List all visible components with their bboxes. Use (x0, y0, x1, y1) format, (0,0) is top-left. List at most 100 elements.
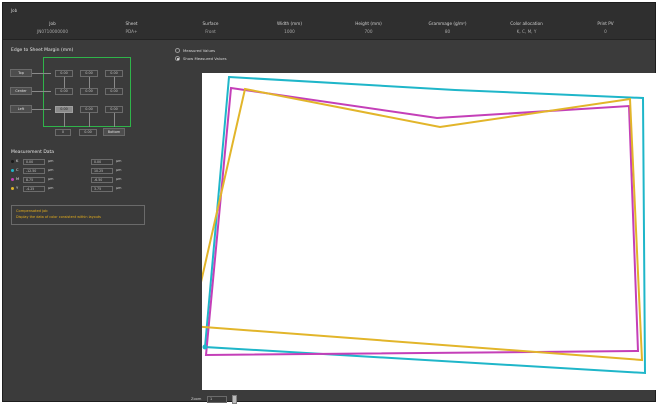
job-col-value: 80 (444, 29, 451, 34)
warning-title: Compensated job (16, 209, 48, 213)
job-col-value: PDA+ (125, 29, 138, 34)
zoom-input[interactable]: 1 (207, 396, 227, 403)
zoom-spinner[interactable] (232, 395, 237, 404)
measurement-value-2[interactable]: -6.50 (91, 177, 113, 183)
job-col-header: Sheet (125, 21, 138, 26)
margin-input-r1c1[interactable]: 0.00 (55, 70, 73, 77)
left-panel: Edge to Sheet Margin (mm) Top Center Lef… (3, 40, 163, 401)
measurement-value-1[interactable]: 8.75 (23, 177, 45, 183)
register-outline-m (204, 86, 640, 357)
color-y-dot (11, 187, 14, 190)
job-col-value: 0 (604, 29, 607, 34)
job-col-value: JN0710000000 (36, 29, 68, 34)
compensation-warning: Compensated job Display the data of colo… (11, 205, 145, 225)
radio-label: Show Measured Values (183, 56, 227, 61)
unit-label: µm (116, 168, 122, 172)
margin-input-r2c3[interactable]: 0.00 (105, 88, 123, 95)
color-letter: K (16, 159, 19, 163)
unit-label: µm (116, 177, 122, 181)
registration-plot[interactable] (202, 73, 656, 390)
margin-input-r3c1[interactable]: 0.00 (55, 106, 73, 113)
color-letter: C (16, 168, 19, 172)
measurement-row-y: Y -4.25 µm 3.75 µm (11, 185, 151, 193)
left-button[interactable]: Left (10, 105, 32, 113)
job-col-header: Surface (202, 21, 219, 26)
measurement-value-2[interactable]: 3.75 (91, 186, 113, 192)
measurement-value-1[interactable]: -12.50 (23, 168, 45, 174)
job-col-grammage: Grammage (g/m²) 80 (408, 19, 487, 36)
color-letter: Y (16, 186, 19, 190)
measurement-value-2[interactable]: 0.00 (91, 159, 113, 165)
connector-line (114, 77, 115, 88)
job-col-header: Job (49, 21, 56, 26)
connector-line (114, 113, 115, 127)
connector-line (89, 113, 90, 127)
color-c-dot (11, 169, 14, 172)
radio-button[interactable] (175, 48, 180, 53)
job-col-width: Width (mm) 1000 (250, 19, 329, 36)
unit-label: µm (48, 186, 54, 190)
bottom-button[interactable]: Bottom (103, 128, 125, 136)
top-button[interactable]: Top (10, 69, 32, 77)
right-panel: Measured Values Show Measured Values Zoo… (163, 40, 656, 404)
job-col-header: Color allocation (510, 21, 543, 26)
job-col-color-allocation: Color allocation K, C, M, Y (487, 19, 566, 36)
unit-label: µm (48, 177, 54, 181)
connector-line (64, 77, 65, 88)
radio-button[interactable] (175, 56, 180, 61)
unit-label: µm (116, 159, 122, 163)
job-header: Job Job JN0710000000 Sheet PDA+ Surface … (3, 3, 655, 40)
registration-plot-svg (202, 75, 647, 375)
job-info-table: Job JN0710000000 Sheet PDA+ Surface Fron… (13, 19, 645, 36)
job-col-header: Grammage (g/m²) (428, 21, 467, 26)
job-col-header: Print PV (597, 21, 614, 26)
center-button[interactable]: Center (10, 87, 32, 95)
bottom-input-1[interactable]: 0 (55, 129, 71, 136)
zoom-label: Zoom (191, 397, 202, 401)
app-window: Job Job JN0710000000 Sheet PDA+ Surface … (2, 2, 656, 404)
margin-input-r3c3[interactable]: 0.00 (105, 106, 123, 113)
bottom-input-2[interactable]: 0.00 (79, 129, 97, 136)
job-col-surface: Surface Front (171, 19, 250, 36)
job-col-header: Height (mm) (355, 21, 382, 26)
connector-line (32, 109, 51, 110)
connector-line (89, 77, 90, 88)
margin-input-r1c2[interactable]: 0.00 (80, 70, 98, 77)
job-col-height: Height (mm) 700 (329, 19, 408, 36)
measurement-value-1[interactable]: -4.25 (23, 186, 45, 192)
job-col-sheet: Sheet PDA+ (92, 19, 171, 36)
reference-point-marker (202, 344, 208, 350)
job-section-label: Job (11, 8, 18, 13)
margin-input-r3c2[interactable]: 0.00 (80, 106, 98, 113)
margin-input-r2c2[interactable]: 0.00 (80, 88, 98, 95)
unit-label: µm (48, 159, 54, 163)
job-col-job: Job JN0710000000 (13, 19, 92, 36)
job-col-value: 700 (364, 29, 373, 34)
edge-margin-title: Edge to Sheet Margin (mm) (11, 48, 74, 53)
job-col-value: Front (205, 29, 216, 34)
warning-text: Display the data of color consistent wit… (16, 215, 101, 219)
measurement-value-2[interactable]: 10.25 (91, 168, 113, 174)
register-outline-y (202, 87, 644, 362)
radio-label: Measured Values (183, 48, 216, 53)
unit-label: µm (116, 186, 122, 190)
measurement-row-k: K 0.00 µm 0.00 µm (11, 158, 151, 166)
connector-line (32, 91, 51, 92)
connector-line (32, 73, 51, 74)
job-col-value: 1000 (284, 29, 295, 34)
register-outline-c (203, 75, 647, 375)
measurement-row-c: C -12.50 µm 10.25 µm (11, 167, 151, 175)
measurement-value-1[interactable]: 0.00 (23, 159, 45, 165)
color-m-dot (11, 178, 14, 181)
unit-label: µm (48, 168, 54, 172)
job-col-print-pv: Print PV 0 (566, 19, 645, 36)
measurement-row-m: M 8.75 µm -6.50 µm (11, 176, 151, 184)
measurement-data-title: Measurement Data (11, 150, 55, 155)
job-col-value: K, C, M, Y (516, 29, 537, 34)
margin-input-r2c1[interactable]: 0.00 (55, 88, 73, 95)
color-letter: M (16, 177, 20, 181)
margin-input-r1c3[interactable]: 0.00 (105, 70, 123, 77)
job-col-header: Width (mm) (277, 21, 302, 26)
color-k-dot (11, 160, 14, 163)
connector-line (64, 113, 65, 127)
